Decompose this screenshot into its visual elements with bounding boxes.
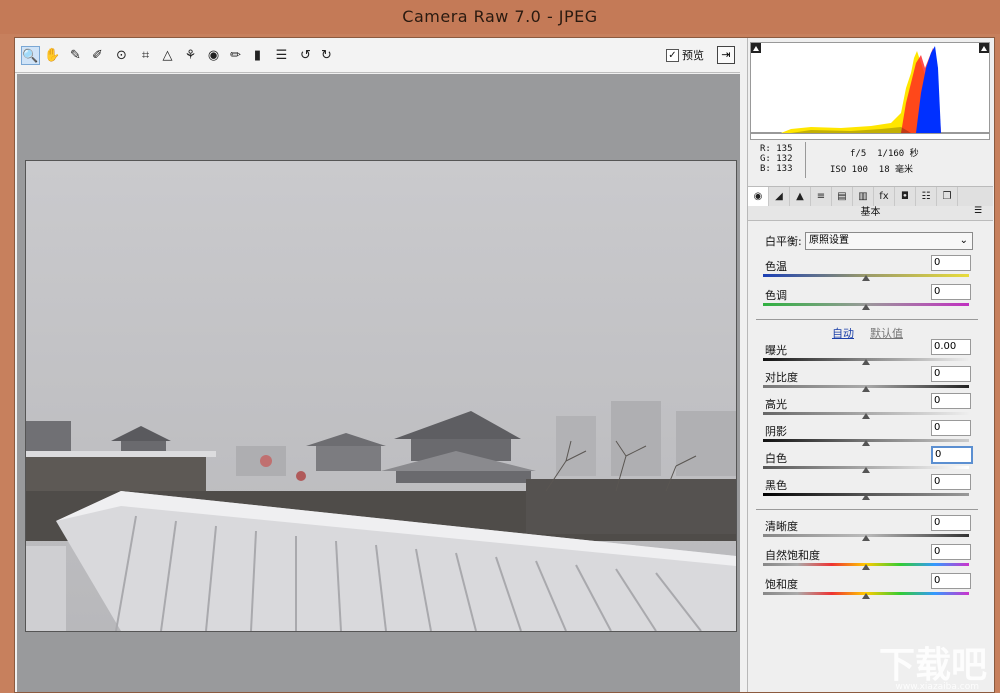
crop-tool-icon[interactable]: ⌗ — [136, 46, 155, 65]
highlights-input[interactable]: 0 — [931, 393, 971, 409]
white-balance-value: 原照设置 — [809, 235, 849, 246]
aperture: f/5 — [850, 149, 867, 159]
saturation-input[interactable]: 0 — [931, 573, 971, 589]
panel-tabs: ◉ ◢ ▲ ≡ ▤ ▥ fx ◘ ☷ ❐ — [748, 186, 993, 207]
panel-title: 基本 — [748, 206, 993, 221]
tab-effects-icon[interactable]: fx — [874, 187, 895, 206]
saturation-label: 饱和度 — [765, 578, 798, 591]
preview-toggle[interactable]: ✓ 预览 — [666, 47, 704, 63]
b-label: B: — [760, 164, 771, 174]
adjustment-brush-tool-icon[interactable]: ✏ — [226, 46, 245, 65]
auto-link[interactable]: 自动 — [832, 325, 854, 341]
shutter-speed: 1/160 秒 — [877, 149, 919, 159]
white-balance-label: 白平衡: — [765, 235, 802, 248]
blacks-input[interactable]: 0 — [931, 474, 971, 490]
exposure-label: 曝光 — [765, 344, 787, 357]
tint-thumb[interactable] — [862, 304, 870, 310]
spot-removal-tool-icon[interactable]: ⚘ — [181, 46, 200, 65]
graduated-filter-tool-icon[interactable]: ▮ — [248, 46, 267, 65]
iso: ISO 100 — [830, 165, 868, 175]
contrast-thumb[interactable] — [862, 386, 870, 392]
red-eye-tool-icon[interactable]: ◉ — [204, 46, 223, 65]
g-value: 132 — [776, 154, 793, 164]
tab-detail-icon[interactable]: ▲ — [790, 187, 811, 206]
zoom-tool-icon[interactable]: 🔍 — [21, 46, 40, 65]
shadows-thumb[interactable] — [862, 440, 870, 446]
temperature-input[interactable]: 0 — [931, 255, 971, 271]
image-canvas[interactable] — [17, 74, 740, 692]
lens-info: ISO 100 18 毫米 — [830, 162, 913, 175]
exit-fullscreen-icon[interactable]: ⇥ — [717, 46, 735, 64]
contrast-label: 对比度 — [765, 371, 798, 384]
tab-basic-icon[interactable]: ◉ — [748, 187, 769, 206]
straighten-tool-icon[interactable]: △ — [158, 46, 177, 65]
divider — [756, 319, 978, 320]
focal-length: 18 毫米 — [878, 165, 914, 175]
r-label: R: — [760, 144, 771, 154]
shadows-label: 阴影 — [765, 425, 787, 438]
tab-snapshots-icon[interactable]: ❐ — [937, 187, 958, 206]
shadows-input[interactable]: 0 — [931, 420, 971, 436]
tab-split-toning-icon[interactable]: ▤ — [832, 187, 853, 206]
targeted-adjustment-tool-icon[interactable]: ⊙ — [112, 46, 131, 65]
right-panel: R: 135 G: 132 B: 133 f/5 1/160 秒 ISO 100… — [747, 38, 993, 692]
tab-camera-calibration-icon[interactable]: ◘ — [895, 187, 916, 206]
vibrance-input[interactable]: 0 — [931, 544, 971, 560]
contrast-input[interactable]: 0 — [931, 366, 971, 382]
whites-label: 白色 — [765, 452, 787, 465]
tab-presets-icon[interactable]: ☷ — [916, 187, 937, 206]
exposure-info: f/5 1/160 秒 — [850, 146, 919, 159]
white-balance-tool-icon[interactable]: ✎ — [66, 46, 85, 65]
chevron-down-icon: ⌄ — [959, 235, 968, 246]
panel-menu-icon[interactable]: ☰ — [974, 206, 982, 216]
camera-raw-window: 🔍 ✋ ✎ ✐ ⊙ ⌗ △ ⚘ ◉ ✏ ▮ ☰ ↺ ↻ ✓ 预览 ⇥ R: 13… — [14, 37, 995, 693]
clarity-label: 清晰度 — [765, 520, 798, 533]
rotate-right-icon[interactable]: ↻ — [317, 46, 336, 65]
highlights-label: 高光 — [765, 398, 787, 411]
preview-checkbox[interactable]: ✓ — [666, 48, 679, 62]
preview-label: 预览 — [682, 49, 704, 62]
tab-hsl-icon[interactable]: ≡ — [811, 187, 832, 206]
pixel-info: R: 135 G: 132 B: 133 f/5 1/160 秒 ISO 100… — [748, 138, 993, 186]
rotate-left-icon[interactable]: ↺ — [296, 46, 315, 65]
histogram — [750, 42, 990, 140]
rgb-readout: R: 135 G: 132 B: 133 — [760, 144, 793, 174]
temperature-thumb[interactable] — [862, 275, 870, 281]
watermark-logo: 下载吧 — [878, 645, 987, 686]
window-title: Camera Raw 7.0 - JPEG — [0, 0, 1000, 34]
toolbar: 🔍 ✋ ✎ ✐ ⊙ ⌗ △ ⚘ ◉ ✏ ▮ ☰ ↺ ↻ ✓ 预览 ⇥ — [15, 38, 740, 73]
whites-input[interactable]: 0 — [931, 446, 973, 464]
b-value: 133 — [776, 164, 793, 174]
snowy-city-wall-photo — [26, 161, 736, 631]
histogram-graph — [751, 43, 989, 134]
clarity-thumb[interactable] — [862, 535, 870, 541]
blacks-thumb[interactable] — [862, 494, 870, 500]
tab-lens-corrections-icon[interactable]: ▥ — [853, 187, 874, 206]
tint-label: 色调 — [765, 289, 787, 302]
exposure-input[interactable]: 0.00 — [931, 339, 971, 355]
hand-tool-icon[interactable]: ✋ — [43, 46, 62, 65]
exposure-thumb[interactable] — [862, 359, 870, 365]
divider — [756, 509, 978, 510]
blacks-label: 黑色 — [765, 479, 787, 492]
white-balance-select[interactable]: 原照设置 ⌄ — [805, 232, 973, 250]
whites-thumb[interactable] — [862, 467, 870, 473]
clarity-input[interactable]: 0 — [931, 515, 971, 531]
vibrance-thumb[interactable] — [862, 564, 870, 570]
highlights-thumb[interactable] — [862, 413, 870, 419]
default-link[interactable]: 默认值 — [870, 325, 903, 341]
saturation-thumb[interactable] — [862, 593, 870, 599]
tab-tone-curve-icon[interactable]: ◢ — [769, 187, 790, 206]
preferences-icon[interactable]: ☰ — [272, 46, 291, 65]
r-value: 135 — [776, 144, 793, 154]
g-label: G: — [760, 154, 771, 164]
color-sampler-tool-icon[interactable]: ✐ — [88, 46, 107, 65]
temperature-label: 色温 — [765, 260, 787, 273]
photo-preview — [25, 160, 737, 632]
tint-input[interactable]: 0 — [931, 284, 971, 300]
vibrance-label: 自然饱和度 — [765, 549, 820, 562]
